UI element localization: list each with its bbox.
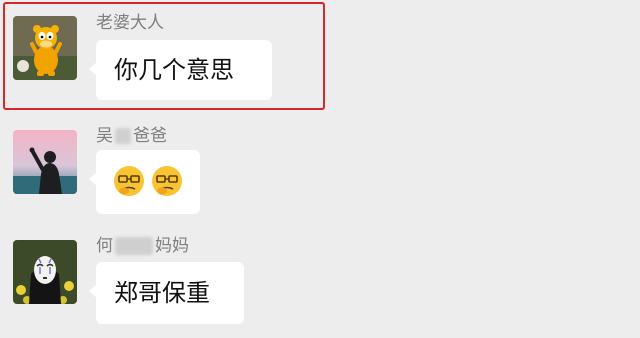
- sender-name: 老婆大人: [96, 13, 164, 33]
- sender-name-prefix: 何: [96, 236, 113, 256]
- sender-name-prefix: 吴: [96, 126, 113, 146]
- redaction-blur: [115, 237, 153, 255]
- chat-message: 何 妈妈 郑哥保重: [0, 222, 640, 338]
- message-bubble[interactable]: 郑哥保重: [89, 262, 244, 324]
- sender-name-suffix: 爸爸: [133, 126, 167, 146]
- chat-message: 老婆大人 你几个意思: [0, 0, 640, 112]
- sender-name-suffix: 妈妈: [155, 236, 189, 256]
- thinking-face-emoji: [152, 166, 182, 196]
- silhouette-avatar-icon[interactable]: [13, 130, 77, 194]
- message-text: 郑哥保重: [114, 279, 210, 307]
- redaction-blur: [115, 128, 131, 144]
- message-bubble[interactable]: 你几个意思: [89, 40, 272, 100]
- message-text: 你几个意思: [114, 56, 234, 84]
- thinking-face-emoji: [114, 166, 144, 196]
- chat-message: 吴爸爸: [0, 112, 640, 222]
- sender-name: 何 妈妈: [96, 236, 189, 256]
- garfield-avatar-icon[interactable]: [13, 16, 77, 80]
- message-bubble[interactable]: [89, 150, 200, 214]
- sender-name: 吴爸爸: [96, 126, 167, 146]
- emoji-row: [112, 164, 184, 198]
- no-face-avatar-icon[interactable]: [13, 240, 77, 304]
- sender-name-text: 老婆大人: [96, 13, 164, 33]
